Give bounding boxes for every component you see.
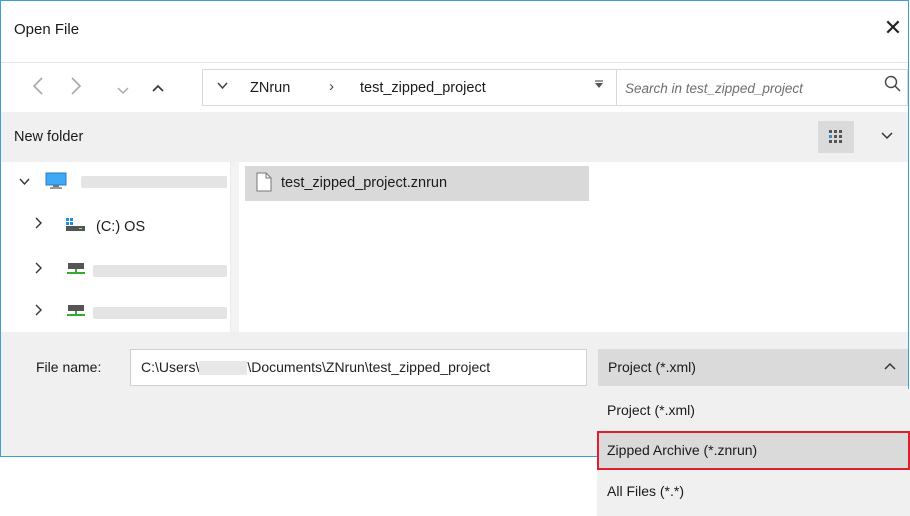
navigation-pane-scrollbar[interactable] (230, 162, 239, 332)
breadcrumb-separator[interactable]: › (329, 78, 334, 95)
file-type-select[interactable]: Project (*.xml) (598, 349, 908, 386)
tree-item-network-drive[interactable] (1, 299, 229, 329)
file-type-option-all-files[interactable]: All Files (*.*) (597, 472, 910, 511)
chevron-right-icon (71, 77, 82, 95)
chevron-down-icon (117, 87, 129, 94)
file-type-option-zipped-archive[interactable]: Zipped Archive (*.znrun) (597, 431, 910, 470)
up-button[interactable] (145, 75, 171, 101)
file-name: test_zipped_project.znrun (281, 175, 448, 191)
close-icon[interactable]: ✕ (880, 15, 906, 41)
file-name-value: C:\Users\ \Documents\ZNrun\test_zipped_pr… (141, 359, 491, 376)
tree-item-c-drive[interactable]: (C:) OS (1, 212, 229, 242)
new-folder-button[interactable]: New folder (14, 129, 83, 145)
change-view-button[interactable] (818, 121, 854, 153)
dialog-title: Open File (14, 21, 80, 38)
chevron-up-icon (884, 358, 896, 373)
navigation-pane: (C:) OS (1, 162, 239, 332)
option-label: Zipped Archive (*.znrun) (607, 442, 758, 458)
redacted-label (93, 307, 227, 319)
file-type-selected: Project (*.xml) (608, 359, 696, 375)
file-type-option-project[interactable]: Project (*.xml) (597, 391, 910, 430)
option-label: Project (*.xml) (607, 402, 695, 418)
recent-locations-button[interactable] (110, 75, 136, 101)
file-name-input[interactable]: C:\Users\ \Documents\ZNrun\test_zipped_pr… (130, 349, 587, 386)
forward-button[interactable] (63, 75, 89, 101)
search-input[interactable] (623, 76, 867, 101)
navigation-bar: ZNrun › test_zipped_project (1, 62, 908, 113)
back-button[interactable] (25, 75, 51, 101)
command-bar: New folder (1, 112, 908, 162)
chevron-right-icon[interactable] (35, 216, 43, 232)
file-name-label: File name: (36, 359, 102, 375)
breadcrumb-znrun[interactable]: ZNrun (250, 80, 290, 96)
view-options-chevron[interactable] (881, 128, 893, 143)
arrow-up-icon (152, 84, 164, 92)
file-type-dropdown-list: Project (*.xml) Zipped Archive (*.znrun)… (597, 389, 910, 516)
network-drive-icon (66, 262, 86, 281)
chevron-down-icon (881, 132, 893, 140)
chevron-right-icon[interactable] (35, 303, 43, 319)
search-icon[interactable] (883, 74, 903, 100)
title-bar: Open File ✕ (1, 1, 908, 62)
file-list: test_zipped_project.znrun (239, 162, 908, 332)
chevron-left-icon (32, 77, 43, 95)
redacted-username (199, 361, 248, 376)
tree-item-this-pc[interactable] (1, 168, 229, 198)
file-icon (256, 172, 272, 197)
computer-icon (45, 172, 67, 195)
search-box[interactable] (617, 69, 908, 106)
drive-icon (66, 218, 86, 237)
chevron-down-icon[interactable] (19, 173, 30, 189)
breadcrumb-test-zipped-project[interactable]: test_zipped_project (360, 80, 486, 96)
tree-item-network-drive[interactable] (1, 257, 229, 287)
chevron-down-icon (217, 82, 228, 90)
grid-view-icon (829, 130, 842, 143)
address-history-chevron[interactable] (217, 78, 228, 93)
redacted-label (93, 265, 227, 277)
network-drive-icon (66, 304, 86, 323)
chevron-right-icon[interactable] (35, 261, 43, 277)
file-item[interactable]: test_zipped_project.znrun (245, 166, 589, 201)
redacted-label (81, 176, 227, 188)
address-dropdown-icon[interactable] (594, 79, 604, 93)
option-label: All Files (*.*) (607, 483, 685, 499)
address-bar[interactable]: ZNrun › test_zipped_project (202, 69, 617, 106)
tree-item-label: (C:) OS (96, 219, 146, 235)
